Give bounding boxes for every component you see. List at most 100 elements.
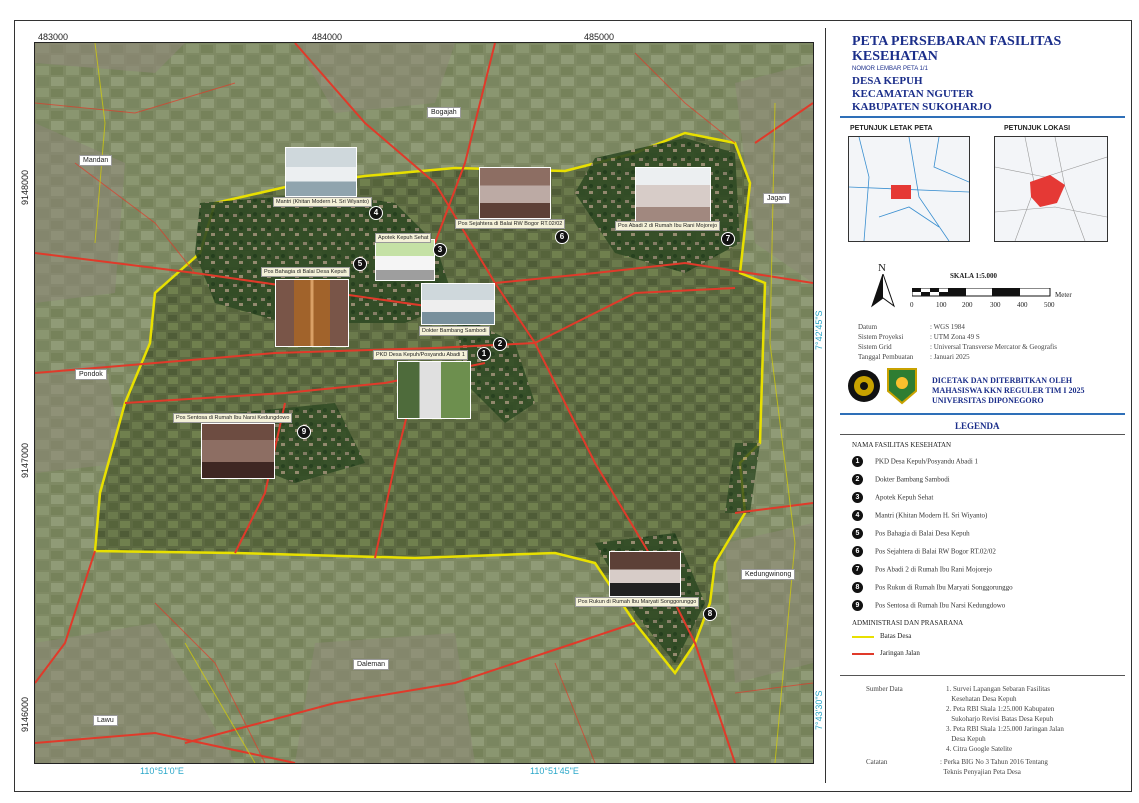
kabupaten-name: KABUPATEN SUKOHARJO (852, 101, 992, 113)
place-label-bogajah: Bogajah (427, 107, 461, 118)
meta-value: : Januari 2025 (930, 353, 970, 361)
note-label: Catatan (866, 758, 888, 766)
meta-key: Datum (858, 323, 878, 331)
grid-label-left: 9146000 (20, 696, 30, 732)
grid-label-top: 485000 (584, 32, 615, 42)
publisher-line2: MAHASISWA KKN REGULER TIM I 2025 (932, 386, 1085, 395)
legend-item-6: 6 Pos Sejahtera di Balai RW Bogor RT.02/0… (852, 546, 996, 559)
facility-label-8: Pos Rukun di Rumah Ibu Maryati Songgorun… (575, 597, 700, 607)
legend-item-4: 4 Mantri (Khitan Modern H. Sri Wiyanto) (852, 510, 987, 523)
facility-marker-9[interactable]: 9 (297, 425, 311, 439)
scale-tick: 300 (990, 301, 1001, 309)
legend-title: LEGENDA (955, 421, 1000, 431)
sources-label: Sumber Data (866, 685, 903, 693)
divider (840, 434, 1125, 435)
legend-item-7: 7 Pos Abadi 2 di Rumah Ibu Rani Mojorejo (852, 564, 992, 577)
facility-marker-3[interactable]: 3 (433, 243, 447, 257)
grid-label-top: 483000 (38, 32, 69, 42)
desa-name: DESA KEPUH (852, 75, 923, 87)
grid-label-right: 7°42'45"S (814, 310, 824, 350)
facility-photo-9 (201, 423, 275, 479)
sheet-number: NOMOR LEMBAR PETA 1/1 (852, 66, 928, 72)
meta-value: : WGS 1984 (930, 323, 965, 331)
inset-lokasi-map (994, 136, 1108, 242)
legend-number: 5 (852, 528, 863, 539)
inset-letak-title: PETUNJUK LETAK PETA (850, 125, 933, 132)
scale-tick: 200 (962, 301, 973, 309)
legend-item-3: 3 Apotek Kepuh Sehat (852, 492, 933, 505)
scale-label: SKALA 1:5.000 (950, 272, 998, 280)
facility-label-3: Apotek Kepuh Sehat (375, 233, 432, 243)
meta-key: Tanggal Pembuatan (858, 353, 914, 361)
grid-label-top: 484000 (312, 32, 343, 42)
legend-number: 3 (852, 492, 863, 503)
grid-label-left: 9148000 (20, 169, 30, 205)
grid-label-bottom: 110°51'45"E (530, 766, 579, 776)
legend-number: 8 (852, 582, 863, 593)
legend-boundary-label: Batas Desa (880, 632, 912, 640)
divider (840, 116, 1125, 118)
publisher-line1: DICETAK DAN DITERBITKAN OLEH (932, 376, 1073, 385)
main-map[interactable]: Mantri (Khitan Modern H. Sri Wiyanto) Po… (34, 42, 814, 764)
scale-tick: 400 (1017, 301, 1028, 309)
facility-photo-5 (275, 279, 349, 347)
meta-value: : UTM Zona 49 S (930, 333, 980, 341)
inset-lokasi-drawing (995, 137, 1107, 241)
legend-admin-heading: ADMINISTRASI DAN PRASARANA (852, 619, 964, 627)
legend-number: 9 (852, 600, 863, 611)
legend-text: Pos Sentosa di Rumah Ibu Narsi Kedungdow… (875, 601, 1006, 610)
place-label-daleman: Daleman (353, 659, 390, 670)
grid-label-bottom: 110°51'0"E (140, 766, 184, 776)
meta-key: Sistem Grid (858, 343, 892, 351)
legend-text: Mantri (Khitan Modern H. Sri Wiyanto) (875, 511, 988, 520)
north-arrow-icon (871, 274, 895, 308)
facility-label-9: Pos Sentosa di Rumah Ibu Narsi Kedungdow… (173, 413, 293, 423)
source-line: 3. Peta RBI Skala 1:25.000 Jaringan Jala… (946, 725, 1064, 733)
legend-road-label: Jaringan Jalan (880, 649, 920, 657)
legend-item-8: 8 Pos Rukun di Rumah Ibu Maryati Songgoru… (852, 582, 1013, 595)
legend-item-1: 1 PKD Desa Kepuh/Posyandu Abadi 1 (852, 456, 978, 469)
inset-letak-drawing (849, 137, 969, 241)
legend-text: Dokter Bambang Sambodi (875, 475, 950, 484)
map-title-line2: KESEHATAN (852, 49, 938, 64)
note-line: Teknis Penyajian Peta Desa (940, 768, 1021, 776)
facility-photo-3 (375, 239, 435, 281)
facility-marker-1[interactable]: 1 (477, 347, 491, 361)
legend-number: 4 (852, 510, 863, 521)
facility-photo-8 (609, 551, 681, 597)
scale-bar (912, 288, 1051, 297)
legend-text: Apotek Kepuh Sehat (875, 493, 934, 502)
facility-photo-6 (479, 167, 551, 219)
place-label-mandan: Mandan (79, 155, 113, 166)
scale-unit: Meter (1055, 291, 1072, 299)
facility-label-5: Pos Bahagia di Balai Desa Kepuh (261, 267, 350, 277)
facility-label-7: Pos Abadi 2 di Rumah Ibu Rani Mojorejo (615, 221, 721, 231)
legend-item-9: 9 Pos Sentosa di Rumah Ibu Narsi Kedungdo… (852, 600, 1005, 613)
facility-marker-2[interactable]: 2 (493, 337, 507, 351)
facility-marker-8[interactable]: 8 (703, 607, 717, 621)
place-label-pondok: Pondok (75, 369, 107, 380)
facility-marker-5[interactable]: 5 (353, 257, 367, 271)
note-line: : Perka BIG No 3 Tahun 2016 Tentang (940, 758, 1048, 766)
inset-letak-map (848, 136, 970, 242)
source-line: 4. Citra Google Satelite (946, 745, 1013, 753)
scale-tick: 0 (910, 301, 914, 309)
legend-text: PKD Desa Kepuh/Posyandu Abadi 1 (875, 457, 979, 466)
kecamatan-name: KECAMATAN NGUTER (852, 88, 974, 100)
facility-marker-6[interactable]: 6 (555, 230, 569, 244)
source-line: Kesehatan Desa Kepuh (946, 695, 1017, 703)
facility-label-1: PKD Desa Kepuh/Posyandu Abadi 1 (373, 350, 468, 360)
divider (840, 675, 1125, 676)
publisher-line3: UNIVERSITAS DIPONEGORO (932, 396, 1044, 405)
legend-text: Pos Rukun di Rumah Ibu Maryati Songgorun… (875, 583, 1013, 592)
legend-number: 6 (852, 546, 863, 557)
legend-number: 2 (852, 474, 863, 485)
facility-photo-7 (635, 167, 711, 225)
legend-boundary-line (852, 636, 874, 638)
undip-logo-icon (848, 370, 880, 402)
facility-marker-4[interactable]: 4 (369, 206, 383, 220)
legend-number: 1 (852, 456, 863, 467)
facility-marker-7[interactable]: 7 (721, 232, 735, 246)
source-line: 2. Peta RBI Skala 1:25.000 Kabupaten (946, 705, 1055, 713)
legend-number: 7 (852, 564, 863, 575)
